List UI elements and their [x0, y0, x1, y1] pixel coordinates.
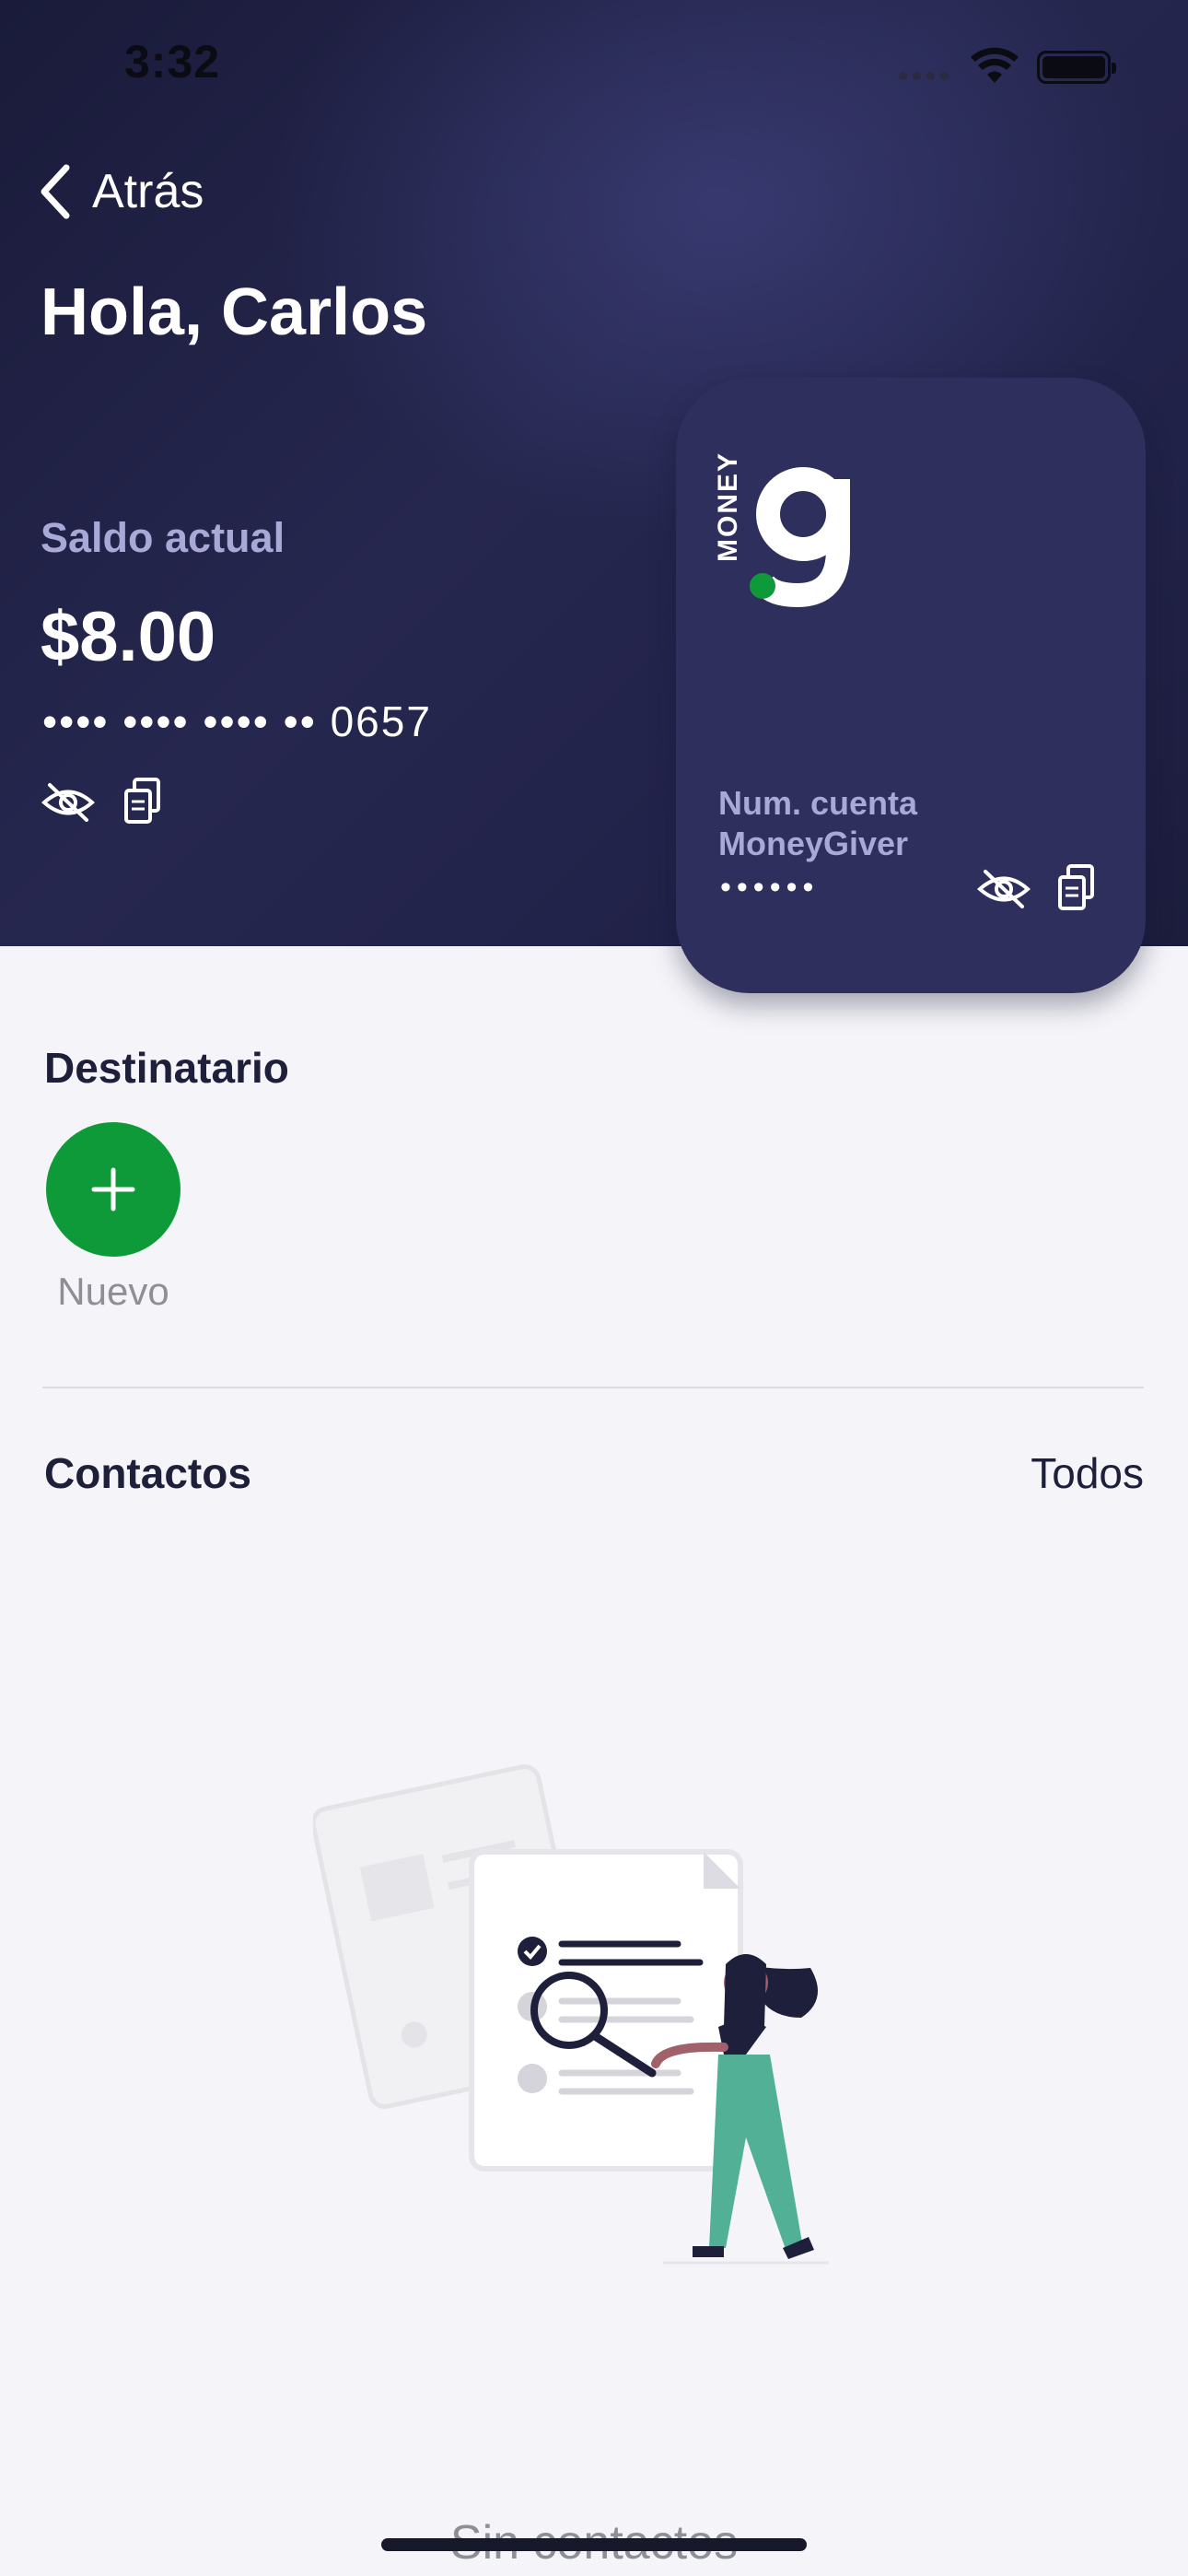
section-divider — [42, 1387, 1144, 1388]
card-masked-number: •••••• — [720, 870, 820, 905]
chevron-left-icon — [41, 164, 70, 219]
signal-icon — [899, 68, 954, 85]
balance-value: $8.00 — [41, 598, 216, 676]
card-eye-off-icon[interactable] — [976, 866, 1031, 912]
empty-contacts-illustration — [313, 1764, 829, 2265]
new-recipient-label: Nuevo — [57, 1270, 169, 1313]
masked-account-number: •••• •••• •••• •• 0657 — [42, 697, 432, 745]
see-all-contacts-link[interactable]: Todos — [1031, 1448, 1144, 1498]
balance-label: Saldo actual — [41, 514, 285, 561]
back-label: Atrás — [92, 165, 204, 218]
brand-logo — [750, 467, 850, 608]
status-time: 3:32 — [124, 36, 221, 88]
card-account-label: Num. cuenta MoneyGiver — [718, 783, 995, 864]
header: 3:32 Atrás Hola, Carlos Saldo actual $8.… — [0, 0, 1188, 993]
contacts-section-title: Contactos — [44, 1449, 251, 1497]
logo-money-text: MONEY — [713, 451, 743, 562]
new-recipient-button[interactable] — [46, 1122, 181, 1257]
battery-icon — [1037, 51, 1116, 84]
card-copy-icon[interactable] — [1055, 862, 1098, 914]
card-label-line2: MoneyGiver — [718, 825, 909, 862]
wifi-icon — [971, 47, 1019, 83]
greeting-title: Hola, Carlos — [41, 275, 428, 349]
back-button[interactable]: Atrás — [33, 162, 204, 221]
card-label-line1: Num. cuenta — [718, 784, 918, 822]
home-indicator[interactable] — [381, 2538, 807, 2551]
recipient-section-title: Destinatario — [44, 1044, 289, 1092]
eye-off-icon[interactable] — [41, 779, 96, 825]
copy-icon[interactable] — [122, 776, 164, 827]
plus-icon — [91, 1167, 135, 1212]
account-card: MONEY Num. cuenta MoneyGiver •••••• — [676, 378, 1146, 993]
